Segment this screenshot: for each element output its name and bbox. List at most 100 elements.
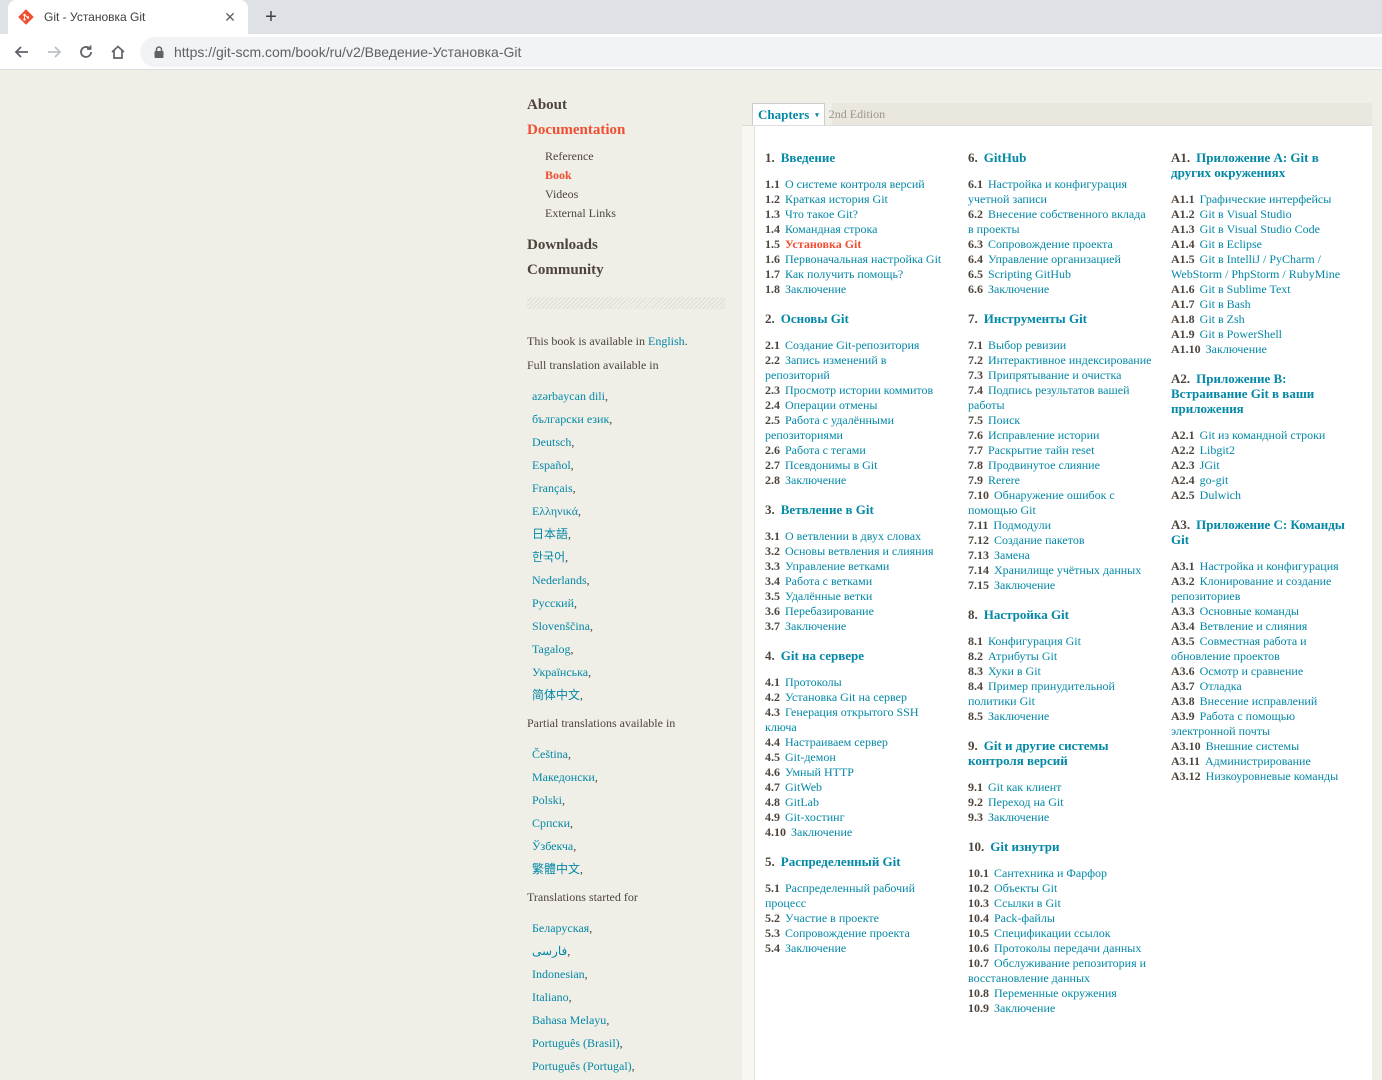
section-link[interactable]: 10.5 Спецификации ссылок	[968, 926, 1154, 941]
language-link[interactable]: Ўзбекча	[532, 839, 573, 853]
section-link[interactable]: 2.8 Заключение	[765, 473, 951, 488]
section-title[interactable]: Замена	[994, 548, 1030, 562]
chapter-title[interactable]: A2. Приложение B: Встраивание Git в ваши …	[1171, 371, 1357, 416]
section-title[interactable]: Создание пакетов	[994, 533, 1085, 547]
subnav-book[interactable]: Book	[545, 166, 725, 185]
section-title[interactable]: Git в Sublime Text	[1200, 282, 1291, 296]
section-title[interactable]: Git в IntelliJ / PyCharm / WebStorm / Ph…	[1171, 252, 1340, 281]
language-link[interactable]: Українська	[532, 665, 588, 679]
section-title[interactable]: Git из командной строки	[1200, 428, 1326, 442]
section-link[interactable]: 5.2 Участие в проекте	[765, 911, 951, 926]
section-link[interactable]: 10.1 Сантехника и Фарфор	[968, 866, 1154, 881]
subnav-videos[interactable]: Videos	[545, 185, 725, 204]
browser-tab[interactable]: Git - Установка Git ✕	[8, 0, 248, 34]
section-link[interactable]: A3.11 Администрирование	[1171, 754, 1357, 769]
section-title[interactable]: Основные команды	[1200, 604, 1299, 618]
section-title[interactable]: Заключение	[988, 709, 1049, 723]
section-title[interactable]: Пример принудительной политики Git	[968, 679, 1115, 708]
section-title[interactable]: О системе контроля версий	[785, 177, 925, 191]
section-link[interactable]: A1.6 Git в Sublime Text	[1171, 282, 1357, 297]
section-link[interactable]: 3.4 Работа с ветками	[765, 574, 951, 589]
chapter-title[interactable]: 10. Git изнутри	[968, 839, 1154, 854]
section-link[interactable]: A3.3 Основные команды	[1171, 604, 1357, 619]
language-link[interactable]: Македонски	[532, 770, 595, 784]
section-link[interactable]: 3.7 Заключение	[765, 619, 951, 634]
section-title[interactable]: Git как клиент	[988, 780, 1061, 794]
section-title[interactable]: GitWeb	[785, 780, 822, 794]
section-link[interactable]: 4.5 Git-демон	[765, 750, 951, 765]
language-link[interactable]: Indonesian	[532, 967, 585, 981]
section-title[interactable]: Клонирование и создание репозиториев	[1171, 574, 1331, 603]
section-title[interactable]: Первоначальная настройка Git	[785, 252, 941, 266]
chapter-title-text[interactable]: Ветвление в Git	[781, 502, 874, 517]
section-title[interactable]: Ссылки в Git	[994, 896, 1061, 910]
section-title[interactable]: Внешние системы	[1206, 739, 1299, 753]
section-link[interactable]: 4.1 Протоколы	[765, 675, 951, 690]
section-title[interactable]: Подмодули	[993, 518, 1051, 532]
section-link[interactable]: 10.8 Переменные окружения	[968, 986, 1154, 1001]
language-link[interactable]: Ελληνικά	[532, 504, 578, 518]
section-title[interactable]: О ветвлении в двух словах	[785, 529, 921, 543]
chapter-title-text[interactable]: Приложение B: Встраивание Git в ваши при…	[1171, 371, 1314, 416]
section-title[interactable]: Установка Git	[785, 237, 861, 251]
section-link[interactable]: 10.7 Обслуживание репозитория и восстанов…	[968, 956, 1154, 986]
section-title[interactable]: Dulwich	[1200, 488, 1241, 502]
section-link[interactable]: A3.7 Отладка	[1171, 679, 1357, 694]
chapter-title[interactable]: 1. Введение	[765, 150, 951, 165]
section-link[interactable]: 7.13 Замена	[968, 548, 1154, 563]
section-link[interactable]: 4.7 GitWeb	[765, 780, 951, 795]
language-link[interactable]: Tagalog	[532, 642, 570, 656]
section-link[interactable]: 7.1 Выбор ревизии	[968, 338, 1154, 353]
section-title[interactable]: Scripting GitHub	[988, 267, 1071, 281]
section-link[interactable]: 7.8 Продвинутое слияние	[968, 458, 1154, 473]
section-title[interactable]: Командная строка	[785, 222, 878, 236]
section-link[interactable]: A1.8 Git в Zsh	[1171, 312, 1357, 327]
chapters-dropdown-button[interactable]: Chapters ▾	[752, 103, 825, 125]
section-title[interactable]: Поиск	[988, 413, 1020, 427]
section-title[interactable]: Участие в проекте	[785, 911, 879, 925]
chapter-title[interactable]: 3. Ветвление в Git	[765, 502, 951, 517]
language-link[interactable]: Slovenščina	[532, 619, 590, 633]
section-title[interactable]: Протоколы	[785, 675, 842, 689]
section-title[interactable]: Настраиваем сервер	[785, 735, 888, 749]
section-link[interactable]: 7.12 Создание пакетов	[968, 533, 1154, 548]
chapter-title[interactable]: 5. Распределенный Git	[765, 854, 951, 869]
section-link[interactable]: 10.4 Pack-файлы	[968, 911, 1154, 926]
section-title[interactable]: Выбор ревизии	[988, 338, 1066, 352]
section-link[interactable]: 1.1 О системе контроля версий	[765, 177, 951, 192]
section-title[interactable]: Заключение	[785, 941, 846, 955]
section-title[interactable]: Заключение	[785, 282, 846, 296]
language-link[interactable]: Polski	[532, 793, 562, 807]
section-link[interactable]: A1.1 Графические интерфейсы	[1171, 192, 1357, 207]
section-title[interactable]: Распределенный рабочий процесс	[765, 881, 915, 910]
english-link[interactable]: English	[648, 334, 685, 348]
chapter-title-text[interactable]: Основы Git	[781, 311, 849, 326]
chapter-title-text[interactable]: Приложение A: Git в других окружениях	[1171, 150, 1319, 180]
section-link[interactable]: 8.3 Хуки в Git	[968, 664, 1154, 679]
section-link[interactable]: A3.9 Работа с помощью электронной почты	[1171, 709, 1357, 739]
section-link[interactable]: 4.2 Установка Git на сервер	[765, 690, 951, 705]
section-link[interactable]: 3.1 О ветвлении в двух словах	[765, 529, 951, 544]
language-link[interactable]: Nederlands	[532, 573, 587, 587]
section-title[interactable]: Как получить помощь?	[785, 267, 903, 281]
section-link[interactable]: 7.2 Интерактивное индексирование	[968, 353, 1154, 368]
language-link[interactable]: Српски	[532, 816, 570, 830]
chapter-title-text[interactable]: Инструменты Git	[984, 311, 1087, 326]
section-title[interactable]: Основы ветвления и слияния	[785, 544, 934, 558]
chapter-title[interactable]: A3. Приложение C: Команды Git	[1171, 517, 1357, 547]
section-title[interactable]: Заключение	[1206, 342, 1267, 356]
section-link[interactable]: 4.6 Умный HTTP	[765, 765, 951, 780]
section-link[interactable]: 9.3 Заключение	[968, 810, 1154, 825]
section-link[interactable]: 5.4 Заключение	[765, 941, 951, 956]
section-title[interactable]: Атрибуты Git	[988, 649, 1057, 663]
section-title[interactable]: Удалённые ветки	[785, 589, 872, 603]
section-link[interactable]: 7.11 Подмодули	[968, 518, 1154, 533]
section-title[interactable]: Интерактивное индексирование	[988, 353, 1151, 367]
back-button[interactable]	[8, 38, 36, 66]
section-title[interactable]: Что такое Git?	[785, 207, 858, 221]
section-title[interactable]: Заключение	[988, 282, 1049, 296]
section-link[interactable]: 2.2 Запись изменений в репозиторий	[765, 353, 951, 383]
section-title[interactable]: Сантехника и Фарфор	[994, 866, 1107, 880]
chapter-title[interactable]: 4. Git на сервере	[765, 648, 951, 663]
section-link[interactable]: 7.15 Заключение	[968, 578, 1154, 593]
